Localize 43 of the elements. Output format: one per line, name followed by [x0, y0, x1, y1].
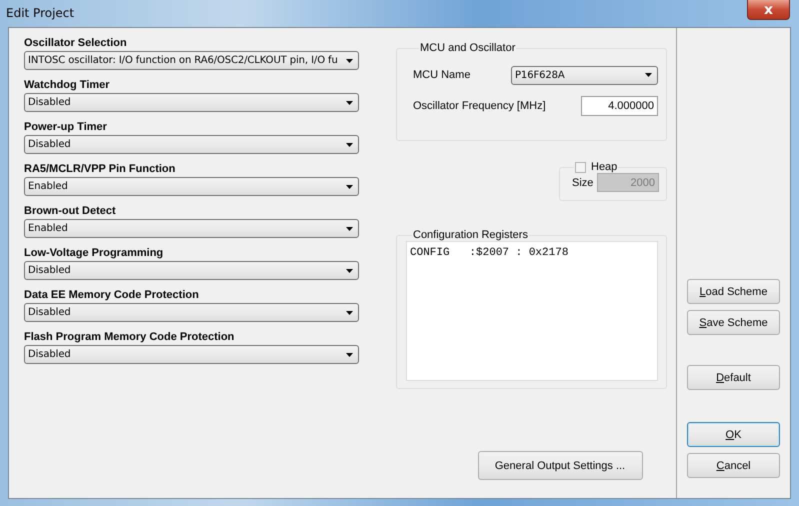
dropdown-arrow-icon	[346, 226, 353, 230]
setting-dropdown[interactable]: Disabled	[24, 261, 359, 280]
dropdown-arrow-icon	[346, 58, 353, 62]
setting-dropdown[interactable]: Enabled	[24, 177, 359, 196]
size-label: Size	[572, 176, 594, 188]
dropdown-arrow-icon	[346, 268, 353, 272]
dropdown-arrow-icon	[346, 310, 353, 314]
dropdown-arrow-icon	[645, 73, 652, 77]
setting-label: Brown-out Detect	[24, 204, 117, 219]
setting-label: Oscillator Selection	[24, 36, 128, 51]
group-title: Configuration Registers	[412, 229, 529, 241]
dropdown-arrow-icon	[346, 352, 353, 356]
dialog-button[interactable]: OK	[687, 422, 780, 447]
setting-dropdown[interactable]: Disabled	[24, 93, 359, 112]
dialog-button[interactable]: Save Scheme	[687, 310, 780, 335]
heap-label: Heap	[591, 161, 618, 173]
mcu-dropdown[interactable]: P16F628A	[511, 66, 658, 84]
dropdown-arrow-icon	[346, 100, 353, 104]
setting-label: Watchdog Timer	[24, 78, 111, 93]
frequency-label: Oscillator Frequency [MHz]	[413, 100, 546, 112]
setting-dropdown[interactable]: Enabled	[24, 219, 359, 238]
general-output-settings-button[interactable]: General Output Settings ...	[478, 451, 642, 480]
dialog-button[interactable]: Default	[687, 365, 780, 390]
config-text: CONFIG :$2007 : 0x2178	[410, 247, 568, 259]
setting-dropdown[interactable]: Disabled	[24, 345, 359, 364]
setting-label: RA5/MCLR/VPP Pin Function	[24, 162, 176, 177]
setting-label: Flash Program Memory Code Protection	[24, 330, 236, 345]
group-title: MCU and Oscillator	[419, 42, 516, 54]
setting-dropdown[interactable]: Disabled	[24, 303, 359, 322]
frequency-field[interactable]: 4.000000	[581, 96, 658, 116]
config-text-area[interactable]: CONFIG :$2007 : 0x2178	[406, 241, 658, 381]
close-button[interactable]: x	[747, 0, 790, 20]
dropdown-arrow-icon	[346, 142, 353, 146]
dialog-button[interactable]: Cancel	[687, 453, 780, 478]
window-title: Edit Project	[6, 6, 74, 20]
setting-dropdown[interactable]: Disabled	[24, 135, 359, 154]
dropdown-arrow-icon	[346, 184, 353, 188]
setting-label: Data EE Memory Code Protection	[24, 288, 200, 303]
setting-dropdown[interactable]: INTOSC oscillator: I/O function on RA6/OSC2/CLKOUT pin, I/O fu	[24, 51, 359, 70]
setting-label: Low-Voltage Programming	[24, 246, 164, 261]
dialog-button[interactable]: Load Scheme	[687, 279, 780, 304]
setting-label: Power-up Timer	[24, 120, 108, 135]
mcu-name-label: MCU Name	[413, 69, 470, 81]
